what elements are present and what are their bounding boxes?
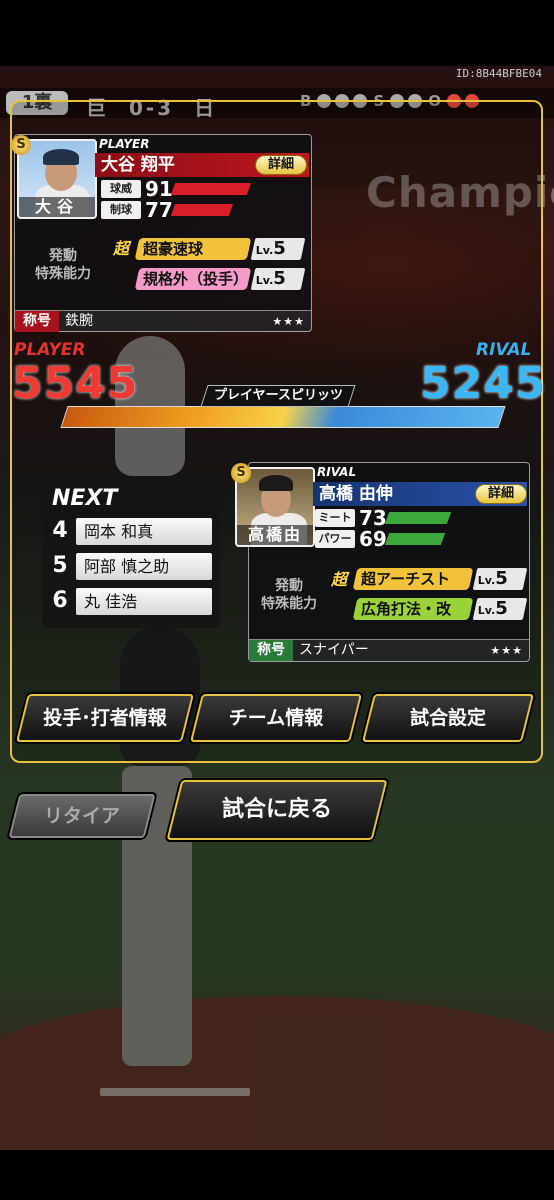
status-bar-area — [0, 0, 554, 66]
player-stat-2: 制球 77 — [101, 198, 234, 222]
spirits-gauge — [60, 406, 506, 428]
rival-card: 高橋由 S RIVAL 高橋 由伸 詳細 ミート 73 パワー 69 発動 特殊… — [231, 462, 530, 662]
player-info-button[interactable]: 投手･打者情報 — [16, 694, 194, 742]
rival-tag: RIVAL — [317, 465, 357, 479]
player-title-row: 称号 鉄腕 ★★★ — [15, 310, 311, 332]
rival-stat-2: パワー 69 — [315, 527, 446, 551]
chou-badge-icon: 超 — [113, 239, 130, 258]
player-tag: PLAYER — [99, 137, 150, 151]
player-score: 5545 — [12, 358, 139, 409]
rival-title-stars: ★★★ — [490, 644, 523, 657]
spirits-label: プレイヤースピリッツ — [200, 385, 356, 407]
player-title-value: 鉄腕 — [65, 313, 93, 329]
player-short-name: 大谷 — [19, 197, 95, 217]
rival-short-name: 高橋由 — [237, 525, 313, 545]
player-stat-1: 球威 91 — [101, 177, 252, 201]
player-detail-button[interactable]: 詳細 — [255, 155, 307, 175]
player-title-stars: ★★★ — [272, 315, 305, 328]
player-ability-2[interactable]: 規格外（投手） Lv.5 — [134, 267, 306, 291]
rival-detail-button[interactable]: 詳細 — [475, 484, 527, 504]
rival-ability-2[interactable]: 広角打法・改 Lv.5 — [352, 597, 528, 621]
rival-ability-label: 発動 特殊能力 — [261, 578, 317, 612]
rival-stat-1: ミート 73 — [315, 506, 452, 530]
rival-chou-badge-icon: 超 — [331, 570, 348, 589]
next-batters-panel: NEXT 4 岡本 和真 5 阿部 慎之助 6 丸 佳浩 — [42, 482, 220, 628]
player-title-label: 称号 — [15, 311, 59, 332]
rival-title-value: スナイパー — [299, 642, 369, 658]
rival-title-label: 称号 — [249, 640, 293, 661]
rival-score: 5245 — [420, 358, 547, 409]
rank-s-icon: S — [11, 135, 31, 155]
player-id: ID:8B44BFBE04 — [455, 67, 542, 80]
next-heading: NEXT — [52, 486, 118, 511]
return-to-game-button[interactable]: 試合に戻る — [166, 780, 388, 840]
player-score-label: PLAYER — [14, 340, 86, 360]
player-ability-label: 発動 特殊能力 — [35, 248, 91, 282]
retire-button[interactable]: リタイア — [8, 794, 156, 838]
rival-rank-s-icon: S — [231, 463, 251, 483]
rival-title-row: 称号 スナイパー ★★★ — [249, 639, 529, 661]
player-card: 大谷 S PLAYER 大谷 翔平 詳細 球威 91 制球 77 発動 特殊能力… — [11, 134, 312, 332]
rival-ability-1[interactable]: 超アーチスト Lv.5 — [352, 567, 528, 591]
game-settings-button[interactable]: 試合設定 — [362, 694, 534, 742]
team-info-button[interactable]: チーム情報 — [190, 694, 362, 742]
rival-score-label: RIVAL — [476, 340, 532, 360]
nav-bar-area — [0, 1150, 554, 1200]
player-ability-1[interactable]: 超豪速球 Lv.5 — [134, 237, 306, 261]
